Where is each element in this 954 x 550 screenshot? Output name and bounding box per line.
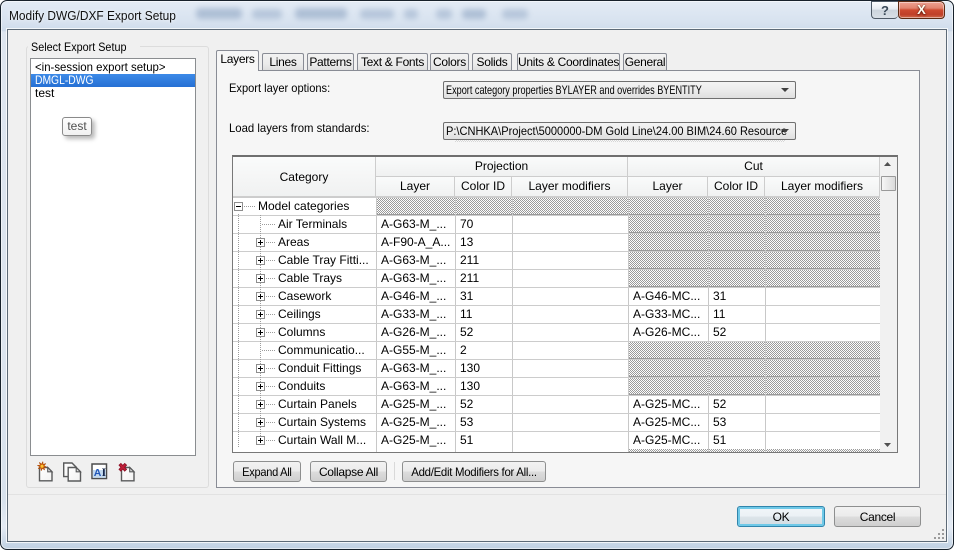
svg-text:I: I [102, 466, 107, 478]
svg-text:A: A [94, 466, 102, 478]
